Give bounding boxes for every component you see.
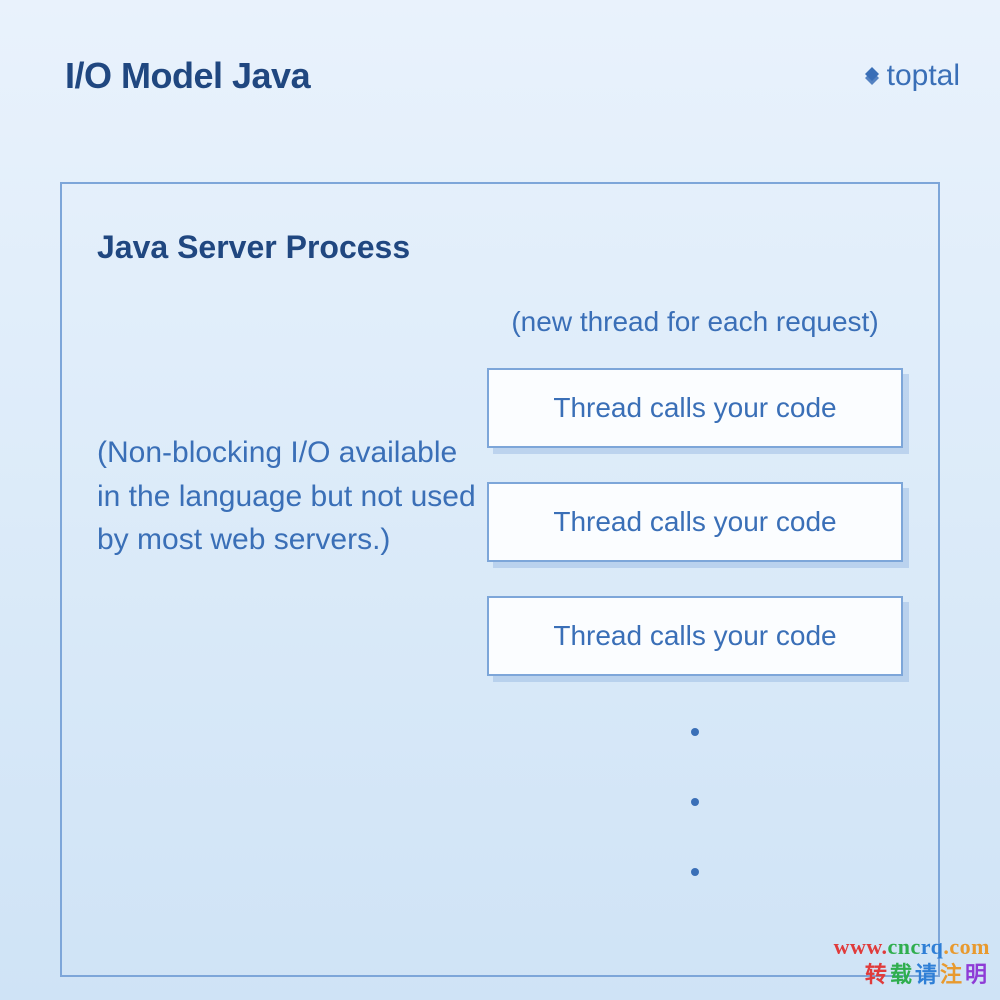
process-box: Java Server Process (Non-blocking I/O av… [60, 182, 940, 977]
columns: (Non-blocking I/O available in the langu… [97, 306, 903, 876]
ellipsis-dots [487, 728, 903, 876]
brand-logo: toptal [861, 59, 960, 93]
thread-box: Thread calls your code [487, 482, 903, 562]
dot-icon [691, 728, 699, 736]
page-title: I/O Model Java [65, 55, 310, 97]
brand-text: toptal [887, 59, 960, 93]
process-title: Java Server Process [97, 229, 903, 266]
right-column: (new thread for each request) Thread cal… [487, 306, 903, 876]
thread-box: Thread calls your code [487, 596, 903, 676]
dot-icon [691, 868, 699, 876]
nonblocking-note: (Non-blocking I/O available in the langu… [97, 431, 487, 562]
toptal-icon [861, 61, 883, 91]
thread-box: Thread calls your code [487, 368, 903, 448]
dot-icon [691, 798, 699, 806]
left-column: (Non-blocking I/O available in the langu… [97, 306, 487, 562]
thread-caption: (new thread for each request) [487, 306, 903, 338]
header: I/O Model Java toptal [0, 0, 1000, 97]
